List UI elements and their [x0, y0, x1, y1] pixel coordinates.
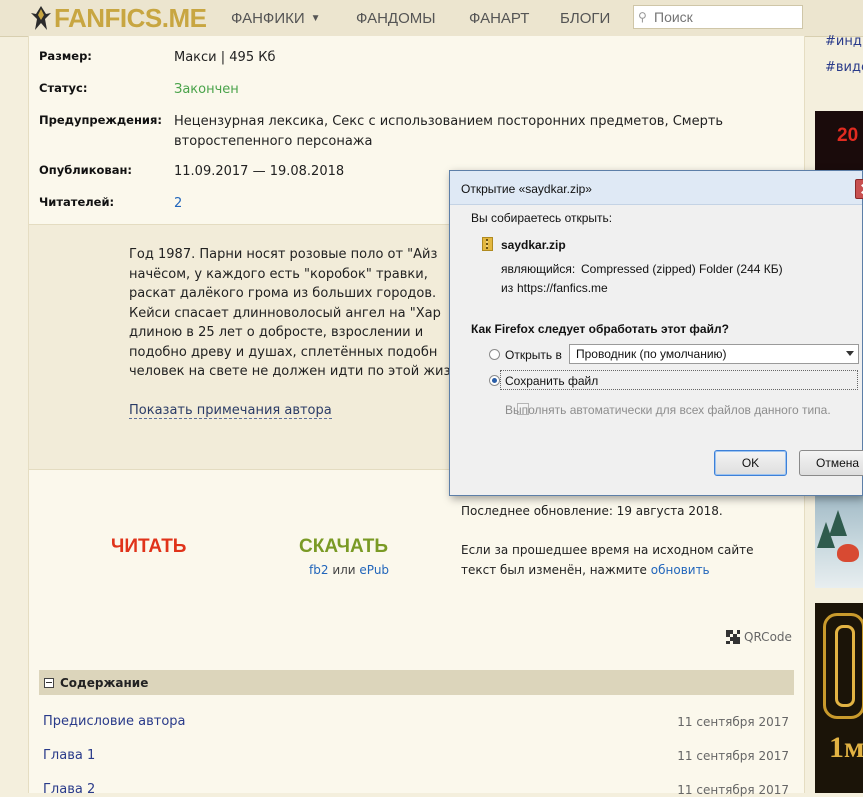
info-label: Читателей:	[39, 195, 115, 209]
close-icon[interactable]	[855, 179, 863, 199]
info-value: Макси | 495 Кб	[174, 50, 276, 65]
nav-fanfics-label: ФАНФИКИ	[231, 9, 305, 27]
search-input[interactable]	[652, 8, 796, 26]
search-box[interactable]: ⚲	[633, 5, 803, 29]
toc-item-date: 11 сентября 2017	[677, 715, 789, 729]
dialog-titlebar[interactable]: Открытие «saydkar.zip»	[450, 171, 863, 205]
nav-blogs[interactable]: БЛОГИ	[560, 0, 610, 36]
ok-label: OK	[741, 456, 760, 470]
toc-item-link[interactable]: Глава 1	[43, 748, 95, 763]
tree-icon	[829, 510, 847, 536]
info-label: Статус:	[39, 81, 88, 95]
logo-ink-icon	[31, 6, 51, 30]
download-dialog: Открытие «saydkar.zip» Вы собираетесь от…	[449, 170, 863, 496]
qrcode-icon	[726, 630, 740, 644]
site-logo[interactable]: FANFICS.ME	[30, 2, 207, 33]
nav-fandoms-label: ФАНДОМЫ	[356, 9, 436, 27]
read-button[interactable]: ЧИТАТЬ	[111, 536, 186, 558]
site-header: FANFICS.ME ФАНФИКИ ▼ ФАНДОМЫ ФАНАРТ БЛОГ…	[0, 0, 863, 37]
ornament-icon	[835, 625, 855, 707]
file-source-label: из	[501, 281, 514, 295]
cancel-label: Отмена	[816, 456, 860, 470]
dialog-title: Открытие «saydkar.zip»	[461, 182, 592, 196]
file-type-label: являющийся:	[501, 262, 576, 276]
toc-item-link[interactable]: Предисловие автора	[43, 714, 186, 729]
dialog-prompt: Вы собираетесь открыть:	[471, 211, 613, 225]
author-notes-link[interactable]: Показать примечания автора	[129, 403, 332, 419]
chevron-down-icon	[846, 351, 854, 356]
search-icon: ⚲	[638, 10, 647, 24]
logo-text: FANFICS.ME	[54, 2, 207, 33]
nav-fanart[interactable]: ФАНАРТ	[469, 0, 529, 36]
nav-fanart-label: ФАНАРТ	[469, 9, 530, 27]
format-or-text: или	[332, 563, 356, 577]
changed-note: Если за прошедшее время на исходном сайт…	[461, 540, 761, 580]
toc-header[interactable]: Содержание	[39, 670, 794, 695]
promo-number: 20	[837, 125, 859, 146]
info-value: Нецензурная лексика, Секс с использовани…	[174, 114, 724, 149]
save-file-label[interactable]: Сохранить файл	[505, 374, 598, 388]
chevron-down-icon: ▼	[310, 12, 321, 24]
toc-title: Содержание	[60, 675, 149, 690]
qrcode-link[interactable]: QRCode	[726, 630, 792, 644]
zip-file-icon	[482, 237, 493, 251]
open-with-radio[interactable]	[489, 349, 500, 360]
bird-icon	[837, 544, 859, 562]
tag-link[interactable]: #инди	[825, 34, 863, 49]
toc-item-link[interactable]: Глава 2	[43, 782, 95, 797]
open-with-select[interactable]: Проводник (по умолчанию)	[569, 344, 859, 364]
nav-fanfics[interactable]: ФАНФИКИ ▼	[231, 0, 321, 36]
info-label: Опубликован:	[39, 163, 133, 177]
open-with-label[interactable]: Открыть в	[505, 348, 562, 362]
download-button[interactable]: СКАЧАТЬ	[299, 536, 388, 558]
qrcode-label: QRCode	[744, 630, 792, 644]
cancel-button[interactable]: Отмена	[799, 450, 863, 476]
download-formats: fb2 или ePub	[309, 563, 389, 577]
promo-banner-gold[interactable]: 1м	[815, 603, 863, 793]
dialog-question: Как Firefox следует обработать этот файл…	[471, 322, 729, 336]
list-item: Предисловие автора 11 сентября 2017	[43, 714, 789, 729]
ok-button[interactable]: OK	[714, 450, 787, 476]
list-item: Глава 2 11 сентября 2017	[43, 782, 789, 797]
list-item: Глава 1 11 сентября 2017	[43, 748, 789, 763]
tag-link[interactable]: #виде	[825, 60, 863, 75]
refresh-link[interactable]: обновить	[651, 563, 710, 577]
collapse-icon[interactable]	[44, 677, 54, 688]
nav-fandoms[interactable]: ФАНДОМЫ	[356, 0, 436, 36]
save-file-radio[interactable]	[489, 375, 500, 386]
changed-note-text: Если за прошедшее время на исходном сайт…	[461, 543, 754, 577]
info-label: Предупреждения:	[39, 113, 162, 127]
nav-blogs-label: БЛОГИ	[560, 9, 611, 27]
open-with-value: Проводник (по умолчанию)	[576, 347, 727, 361]
info-label: Размер:	[39, 49, 92, 63]
promo-banner-winter[interactable]	[815, 492, 863, 588]
file-type: Compressed (zipped) Folder (244 КБ)	[581, 262, 783, 276]
format-fb2-link[interactable]: fb2	[309, 563, 328, 577]
format-epub-link[interactable]: ePub	[359, 563, 389, 577]
auto-label: Выполнять автоматически для всех файлов …	[505, 403, 831, 417]
last-update-text: Последнее обновление: 19 августа 2018.	[461, 504, 723, 518]
status-badge: Закончен	[174, 82, 239, 97]
toc-item-date: 11 сентября 2017	[677, 783, 789, 797]
promo-text: 1м	[829, 731, 863, 764]
file-name: saydkar.zip	[501, 238, 566, 252]
toc-item-date: 11 сентября 2017	[677, 749, 789, 763]
file-source: https://fanfics.me	[517, 281, 608, 295]
